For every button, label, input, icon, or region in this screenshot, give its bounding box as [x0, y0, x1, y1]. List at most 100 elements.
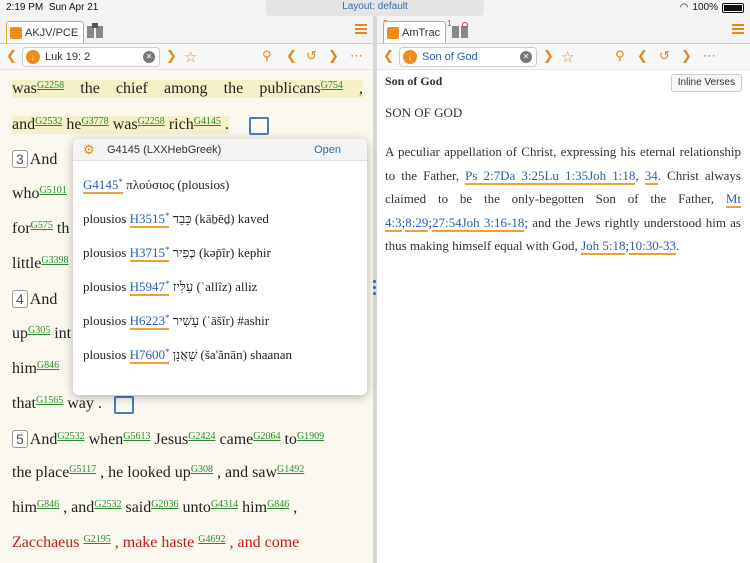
strongs-link[interactable]: G846 [267, 499, 289, 510]
clear-icon[interactable]: ✕ [520, 51, 532, 63]
strongs-link[interactable]: G305 [28, 325, 50, 336]
verse-word: the chief among the publicans [64, 80, 321, 97]
verse-reference-link[interactable]: 10:30-33 [629, 238, 677, 256]
strongs-link[interactable]: G3398 [41, 255, 68, 266]
strongs-link[interactable]: G2258 [37, 80, 64, 91]
reference-text: Luk 19: 2 [45, 51, 91, 63]
verse-line: himG846 , andG2532 saidG2036 untoG4314 h… [12, 499, 297, 517]
verse-line: littleG3398 [12, 255, 69, 273]
bookmark-star-icon[interactable]: ☆ [184, 48, 197, 66]
strongs-link[interactable]: G4692 [198, 534, 225, 545]
tab-akjv[interactable]: AKJV/PCE [6, 21, 85, 43]
menu-icon[interactable] [355, 24, 367, 36]
strongs-link[interactable]: G2036 [151, 499, 178, 510]
verse-word: , and come [225, 534, 300, 551]
download-icon[interactable]: ↓ [403, 50, 417, 64]
strongs-link[interactable]: G2532 [35, 116, 62, 127]
more-icon[interactable]: ⋯ [703, 48, 716, 66]
strongs-link[interactable]: G5117 [69, 464, 96, 475]
lexicon-code-link[interactable]: H5947* [129, 279, 170, 296]
search-icon[interactable]: ⚲ [615, 48, 625, 66]
verse-line: himG846 [12, 360, 59, 378]
verse-line: the placeG5117 , he looked upG308 , and … [12, 464, 304, 482]
lexicon-row[interactable]: G4145* πλούσιος (plousios) [83, 177, 230, 194]
strongs-link[interactable]: G846 [37, 499, 59, 510]
next-icon[interactable]: ❯ [681, 48, 692, 66]
search-icon[interactable]: ⚲ [262, 48, 272, 66]
inline-verses-button[interactable]: Inline Verses [670, 74, 742, 92]
layout-indicator[interactable]: Layout: default [266, 0, 484, 16]
prev-icon[interactable]: ❮ [286, 48, 297, 66]
strongs-link[interactable]: G2532 [57, 431, 84, 442]
tab-parallel-icon[interactable] [451, 22, 471, 42]
battery-icon [722, 2, 744, 13]
verse-word: to [280, 431, 297, 448]
back-icon[interactable]: ❮ [6, 48, 17, 66]
strongs-link[interactable]: G3778 [81, 116, 108, 127]
lexicon-code-link[interactable]: H3515* [129, 211, 170, 228]
prev-icon[interactable]: ❮ [637, 48, 648, 66]
forward-icon[interactable]: ❯ [543, 48, 554, 66]
strongs-link[interactable]: G1492 [277, 464, 304, 475]
verse-number[interactable]: 5 [12, 430, 28, 448]
strongs-link[interactable]: G5101 [40, 185, 67, 196]
lexicon-row[interactable]: plousios H3515* כָּבֵד (kāḇēḏ) kaved [83, 211, 269, 228]
strongs-link[interactable]: G2424 [188, 431, 215, 442]
bookmark-star-icon[interactable]: ☆ [561, 48, 574, 66]
verse-word: who [12, 185, 40, 202]
strongs-link[interactable]: G2532 [94, 499, 121, 510]
strongs-link[interactable]: G4314 [211, 499, 238, 510]
gear-icon[interactable]: ⚙ [83, 143, 95, 157]
strongs-link[interactable]: G1909 [297, 431, 324, 442]
strongs-link[interactable]: G1565 [36, 395, 63, 406]
tab-parallel-icon[interactable] [86, 22, 106, 42]
lexicon-row[interactable]: plousios H6223* עָשִׁיר (ʿāšîr) #ashir [83, 313, 269, 330]
lexicon-code-link[interactable]: H3715* [129, 245, 170, 262]
lookup-icon[interactable] [114, 396, 134, 414]
verse-word: Zacchaeus [12, 534, 84, 551]
verse-reference-link[interactable]: Joh 5:18 [581, 238, 626, 256]
download-icon[interactable]: ↓ [26, 50, 40, 64]
topic-field[interactable]: ↓ Son of God ✕ [399, 47, 537, 67]
strongs-link[interactable]: G754 [321, 80, 343, 91]
strongs-link[interactable]: G575 [31, 220, 53, 231]
lexicon-code-link[interactable]: H6223* [129, 313, 170, 330]
history-icon[interactable]: ↺ [306, 48, 317, 66]
verse-line: 3 And [12, 150, 57, 169]
verse-reference-link[interactable]: 27:54Joh 3:16-18 [432, 214, 525, 232]
popup-title: G4145 (LXXHebGreek) [107, 144, 222, 156]
verse-reference-link[interactable]: 34 [644, 167, 658, 185]
verse-number[interactable]: 4 [12, 290, 28, 308]
dictionary-pane: 2 AmTrac 1 ❮ ↓ Son of God ✕ ❯ ☆ ⚲ ❮ ↺ ❯ … [377, 16, 750, 563]
lexicon-row[interactable]: plousios H3715* כְּפִיר (kəp̄îr) kephir [83, 245, 271, 262]
verse-word: he [62, 116, 82, 133]
clear-icon[interactable]: ✕ [143, 51, 155, 63]
strongs-link[interactable]: G846 [37, 360, 59, 371]
strongs-link[interactable]: G4145 [194, 116, 221, 127]
strongs-link[interactable]: G5613 [123, 431, 150, 442]
lexicon-row[interactable]: plousios H7600* שַׁאֲנָן (ša'ănān) shaan… [83, 347, 292, 364]
lexicon-code-link[interactable]: G4145* [83, 177, 123, 194]
lexicon-code-link[interactable]: H7600* [129, 347, 170, 364]
strongs-link[interactable]: G308 [191, 464, 213, 475]
strongs-link[interactable]: G2064 [253, 431, 280, 442]
lookup-icon[interactable] [249, 117, 269, 135]
verse-number[interactable]: 3 [12, 150, 28, 168]
strongs-link[interactable]: G2195 [84, 534, 111, 545]
strongs-link[interactable]: G2258 [138, 116, 165, 127]
next-icon[interactable]: ❯ [328, 48, 339, 66]
forward-icon[interactable]: ❯ [166, 48, 177, 66]
open-button[interactable]: Open [314, 144, 341, 156]
lexicon-row[interactable]: plousios H5947* עַלִּיז (ʿallîz) alliz [83, 279, 257, 296]
back-icon[interactable]: ❮ [383, 48, 394, 66]
history-icon[interactable]: ↺ [659, 48, 670, 66]
verse-word: unto [178, 499, 211, 516]
reference-field[interactable]: ↓ Luk 19: 2 ✕ [22, 47, 160, 67]
verse-reference-link[interactable]: 8:29 [405, 214, 429, 232]
verse-line: 4 And [12, 290, 57, 309]
menu-icon[interactable] [732, 24, 744, 36]
more-icon[interactable]: ⋯ [350, 48, 363, 66]
row-definition: πλούσιος (plousios) [122, 177, 230, 192]
verse-reference-link[interactable]: Ps 2:7Da 3:25Lu 1:35Joh 1:18 [465, 167, 636, 185]
tab-amtrac[interactable]: AmTrac [383, 21, 447, 43]
